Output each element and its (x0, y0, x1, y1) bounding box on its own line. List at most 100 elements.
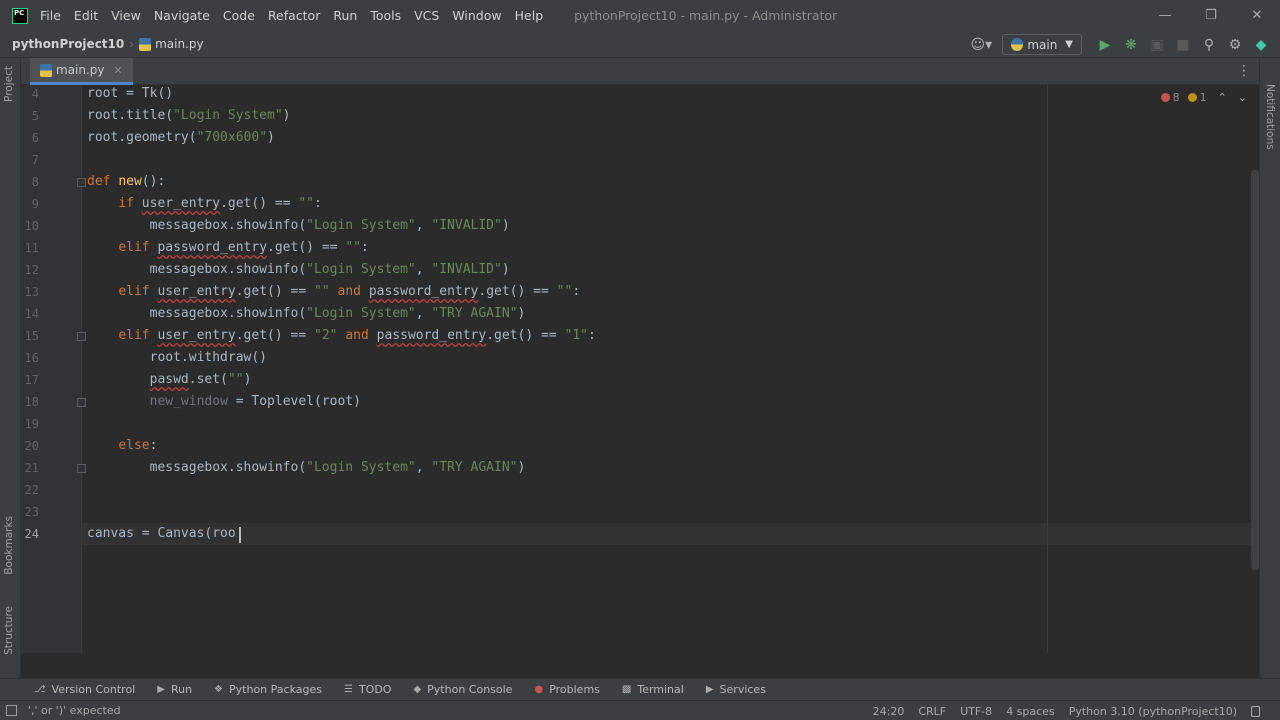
user-icon[interactable]: ☺▾ (964, 37, 998, 53)
file-encoding[interactable]: UTF-8 (960, 705, 992, 718)
code-token: if (118, 196, 142, 211)
tab-label: TODO (358, 683, 392, 696)
breadcrumb-project[interactable]: pythonProject10 (12, 37, 124, 51)
tab-todo[interactable]: ☰ TODO (344, 683, 391, 696)
search-icon[interactable]: ⚲ (1196, 37, 1222, 53)
tab-version-control[interactable]: ⎇ Version Control (34, 683, 135, 696)
menu-view[interactable]: View (111, 8, 141, 23)
fold-marker-icon[interactable] (77, 178, 86, 187)
code-line: root.title("Login System") (87, 108, 291, 130)
caret-position[interactable]: 24:20 (873, 705, 905, 718)
code-line: elif user_entry.get() == "" and password… (87, 284, 580, 306)
code-token: messagebox.showinfo( (87, 306, 307, 321)
previous-highlight-icon[interactable]: ⌃ (1218, 91, 1227, 104)
menu-window[interactable]: Window (452, 8, 501, 23)
menu-run[interactable]: Run (333, 8, 357, 23)
code-token: password_entry (376, 328, 487, 343)
menu-help[interactable]: Help (515, 8, 544, 23)
notifications-tool-tab[interactable]: Notifications (1264, 84, 1276, 150)
tab-python-packages[interactable]: ❖ Python Packages (214, 683, 322, 696)
python-icon (1011, 38, 1024, 51)
coverage-icon[interactable]: ▣ (1144, 37, 1170, 53)
tab-label: Terminal (637, 683, 684, 696)
bookmarks-tool-tab[interactable]: Bookmarks (3, 516, 15, 575)
navbar-actions: ☺▾ main ▼ ▶ ❋ ▣ ■ ⚲ ⚙ ◆ (964, 31, 1274, 58)
left-tool-strip: Project Bookmarks Structure (0, 58, 21, 678)
code-token: "Login System" (306, 460, 416, 475)
python-interpreter[interactable]: Python 3.10 (pythonProject10) (1069, 705, 1237, 718)
close-tab-icon[interactable]: ✕ (114, 64, 123, 77)
tab-services[interactable]: ▶ Services (706, 683, 766, 696)
menu-file[interactable]: File (40, 8, 61, 23)
gear-icon[interactable]: ⚙ (1222, 37, 1248, 53)
fold-marker-icon[interactable] (77, 464, 86, 473)
fold-marker-icon[interactable] (77, 398, 86, 407)
code-area[interactable]: root = Tk() root.title("Login System") roo… (87, 85, 1187, 653)
menu-vcs[interactable]: VCS (414, 8, 439, 23)
line-separator[interactable]: CRLF (918, 705, 946, 718)
tab-python-console[interactable]: ◆ Python Console (413, 683, 512, 696)
code-token: new (118, 174, 142, 189)
code-line: elif user_entry.get() == "2" and passwor… (87, 328, 596, 350)
bottom-tool-bar: ⎇ Version Control ▶ Run ❖ Python Packages ☰… (0, 678, 1280, 700)
project-tool-tab[interactable]: Project (3, 66, 15, 102)
code-token: canvas = Canvas(roo (87, 526, 236, 541)
tab-problems[interactable]: ● Problems (534, 683, 599, 696)
code-token: ) (267, 130, 275, 145)
menu-refactor[interactable]: Refactor (268, 8, 320, 23)
line-number: 24 (24, 527, 39, 541)
line-number: 12 (24, 263, 39, 277)
status-message[interactable]: ',' or ')' expected (28, 704, 121, 717)
code-token: "INVALID" (431, 218, 502, 233)
code-token: , (415, 218, 432, 233)
tool-windows-icon[interactable] (6, 705, 17, 716)
indent-setting[interactable]: 4 spaces (1006, 705, 1055, 718)
code-editor[interactable]: 4 5 6 7 8 9 10 11 12 13 14 15 16 17 18 19 20 21 22 23 24 roo… (21, 85, 1259, 653)
lock-icon[interactable] (1251, 705, 1260, 717)
fold-marker-icon[interactable] (77, 332, 86, 341)
tab-label: Python Console (427, 683, 513, 696)
structure-tool-tab[interactable]: Structure (3, 606, 15, 655)
inspection-widget[interactable]: 8 1 ⌃ ⌄ (1160, 91, 1247, 104)
todo-icon: ☰ (343, 684, 353, 695)
stop-icon[interactable]: ■ (1170, 37, 1196, 53)
editor-scrollbar[interactable] (1251, 170, 1259, 570)
menu-edit[interactable]: Edit (74, 8, 98, 23)
tab-terminal[interactable]: ▩ Terminal (622, 683, 684, 696)
tab-main-py[interactable]: main.py ✕ (30, 58, 133, 85)
line-number: 17 (24, 373, 39, 387)
next-highlight-icon[interactable]: ⌄ (1238, 91, 1247, 104)
line-number: 8 (31, 175, 39, 189)
breadcrumb-file[interactable]: main.py (155, 37, 204, 51)
window-controls: — ❐ ✕ (1142, 0, 1280, 31)
code-token: , (415, 262, 432, 277)
code-token: : (360, 240, 369, 255)
code-token: , (415, 306, 432, 321)
code-token: "1" (564, 328, 588, 343)
right-tool-strip: Notifications (1259, 58, 1280, 678)
menu-navigate[interactable]: Navigate (154, 8, 210, 23)
code-token: else (118, 438, 150, 453)
tab-run[interactable]: ▶ Run (157, 683, 192, 696)
code-token: .set( (188, 372, 228, 387)
line-number: 23 (24, 505, 39, 519)
debug-icon[interactable]: ❋ (1118, 37, 1144, 53)
code-token: .get() == (267, 240, 346, 255)
menu-tools[interactable]: Tools (370, 8, 401, 23)
run-configuration-select[interactable]: main ▼ (1002, 34, 1082, 55)
line-number: 20 (24, 439, 39, 453)
run-icon[interactable]: ▶ (1092, 37, 1118, 53)
line-number: 16 (24, 351, 39, 365)
line-number: 11 (24, 241, 39, 255)
code-line: canvas = Canvas(roo (87, 526, 236, 548)
close-window-icon[interactable]: ✕ (1234, 0, 1280, 31)
line-number: 4 (31, 87, 39, 101)
pycharm-logo-icon[interactable] (12, 7, 28, 24)
menu-code[interactable]: Code (223, 8, 255, 23)
restore-icon[interactable]: ❐ (1188, 0, 1234, 31)
minimize-icon[interactable]: — (1142, 0, 1188, 31)
code-token: and (345, 328, 377, 343)
more-vertical-icon[interactable]: ⋮ (1237, 63, 1251, 79)
toolbox-icon[interactable]: ◆ (1248, 37, 1274, 53)
